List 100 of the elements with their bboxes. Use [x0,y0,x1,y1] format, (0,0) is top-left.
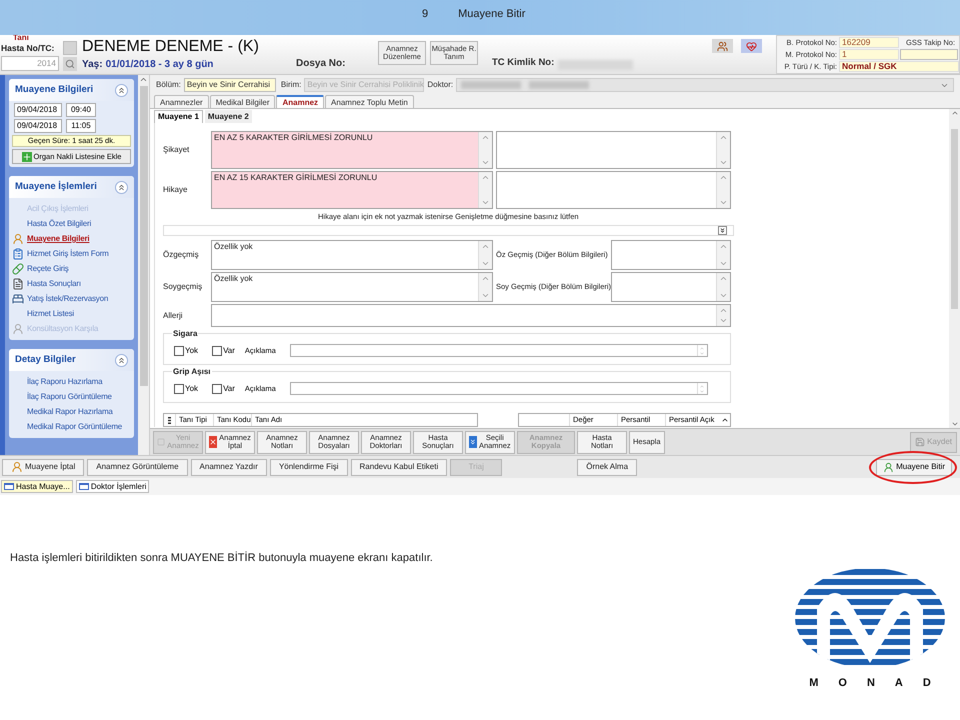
tab[interactable]: Anamnez Toplu Metin [325,95,414,108]
collapse-button[interactable] [115,354,128,366]
text-area[interactable] [611,272,731,302]
save-icon [915,437,926,447]
text-area[interactable]: EN AZ 5 KARAKTER GİRİLMESİ ZORUNLU [211,131,493,169]
tab[interactable]: Anamnez [276,95,324,108]
scroll-up-icon[interactable] [721,416,729,424]
doctor-dropdown[interactable] [456,78,954,92]
date-field[interactable]: 09/04/2018 [14,103,62,117]
patient-no-label: Hasta No/TC: [1,44,54,52]
person-icon [12,323,24,335]
subtab[interactable]: Muayene 1 [154,110,203,123]
scroll-down-icon[interactable] [719,158,728,167]
sidebar-link[interactable]: İlaç Raporu Hazırlama [27,376,102,388]
logo-letter: A [894,676,903,691]
clipboard-icon [12,248,24,260]
scroll-thumb[interactable] [951,128,958,308]
department-field[interactable]: Beyin ve Sinir Cerrahisi [184,78,276,92]
spin-up-icon [699,384,706,388]
sidebar-link[interactable]: Medikal Rapor Görüntüleme [27,421,122,433]
age-label: Yaş: [82,58,103,72]
text-area[interactable] [211,304,731,327]
protocol-field[interactable]: 1 [839,49,899,60]
checkbox-label: Yok [185,382,198,394]
scroll-down-icon[interactable] [719,198,728,207]
checkbox[interactable] [174,346,184,356]
subtab[interactable]: Muayene 2 [204,110,252,123]
text-area[interactable]: EN AZ 15 KARAKTER GİRİLMESİ ZORUNLU [211,171,493,209]
slide-number: 9 [422,7,428,22]
text-area[interactable] [611,240,731,270]
scroll-down-icon[interactable] [719,291,728,300]
panel-title: Detay Bilgiler [15,352,76,367]
sidebar-link[interactable]: Reçete Giriş [27,263,69,275]
chevrons-down-icon [469,436,477,448]
grip-icon [168,416,171,424]
spin-down-icon [699,350,706,356]
finish-button[interactable]: Muayene Bitir [876,458,952,476]
sidebar-link[interactable]: Muayene Bilgileri [27,233,90,245]
spin-up-icon [699,346,706,350]
note-field[interactable] [290,382,708,395]
scroll-down-icon[interactable] [481,158,490,167]
checkbox-label: Var [223,344,235,356]
checkbox[interactable] [174,384,184,394]
action-button[interactable]: Randevu Kabul Etiketi [350,458,448,476]
chevrons-up-icon [117,86,126,94]
text-area[interactable]: Özellik yok [211,272,493,302]
plus-icon [22,152,32,162]
sidebar-link[interactable]: Hasta Özet Bilgileri [27,218,92,230]
slide-title: Muayene Bitir [458,7,526,22]
sidebar-link[interactable]: İlaç Raporu Görüntüleme [27,391,112,403]
action-button[interactable]: Anamnez Görüntüleme [87,458,188,476]
tab[interactable]: Medikal Bilgiler [210,95,276,108]
sidebar-link[interactable]: Hizmet Giriş İstem Form [27,248,109,260]
date-field[interactable]: 09/04/2018 [14,119,62,133]
protocol-field[interactable]: 162209 [839,37,899,48]
time-field[interactable]: 09:40 [66,103,96,117]
field-label: Allerji [163,310,184,322]
field-label: Şikayet [163,144,190,156]
search-button[interactable] [63,56,77,70]
people-icon[interactable] [712,39,733,53]
expand-button[interactable] [718,226,727,235]
sidebar-link[interactable]: Hasta Sonuçları [27,278,81,290]
note-field[interactable] [290,344,708,357]
heart-pulse-icon[interactable] [741,39,762,53]
scroll-down-icon[interactable] [950,420,958,428]
action-button[interactable]: Anamnez Yazdır [190,458,267,476]
scroll-down-icon[interactable] [719,316,728,325]
gss-field[interactable] [900,49,958,60]
collapse-button[interactable] [115,180,128,194]
group-title: Sigara [172,328,198,340]
action-button[interactable]: Örnek Alma [577,458,638,476]
time-field[interactable]: 11:05 [66,119,96,133]
field-label: Hikaye [163,184,188,196]
scroll-down-icon[interactable] [481,291,490,300]
cancel-icon [209,436,217,448]
scroll-down-icon[interactable] [481,198,490,207]
file-no-label: Dosya No: [296,57,346,71]
window-icon [4,483,14,490]
action-button[interactable]: Muayene İptal [2,458,84,476]
scroll-down-icon[interactable] [481,259,490,268]
age-value: 01/01/2018 - 3 ay 8 gün [106,58,214,72]
sidebar-link[interactable]: Hizmet Listesi [27,308,74,320]
scroll-thumb[interactable] [140,86,148,386]
tab[interactable]: Anamnezler [154,95,209,108]
logo-letter: O [838,676,847,691]
text-area[interactable] [496,131,731,169]
window-tab[interactable]: Hasta Muaye... [1,480,73,493]
scroll-down-icon[interactable] [719,259,728,268]
bed-icon [12,293,24,305]
action-button[interactable]: Yönlendirme Fişi [270,458,348,476]
logo-letter: N [866,676,875,691]
checkbox[interactable] [212,384,222,394]
collapse-button[interactable] [115,84,128,96]
checkbox[interactable] [212,346,222,356]
text-area[interactable]: Özellik yok [211,240,493,270]
window-tab[interactable]: Doktor İşlemleri [76,480,150,493]
sidebar-link[interactable]: Medikal Rapor Hazırlama [27,406,113,418]
text-area[interactable] [496,171,731,209]
sidebar-link[interactable]: Yatış İstek/Rezervasyon [27,293,108,305]
protocol-field[interactable]: Normal / SGK [839,61,959,72]
